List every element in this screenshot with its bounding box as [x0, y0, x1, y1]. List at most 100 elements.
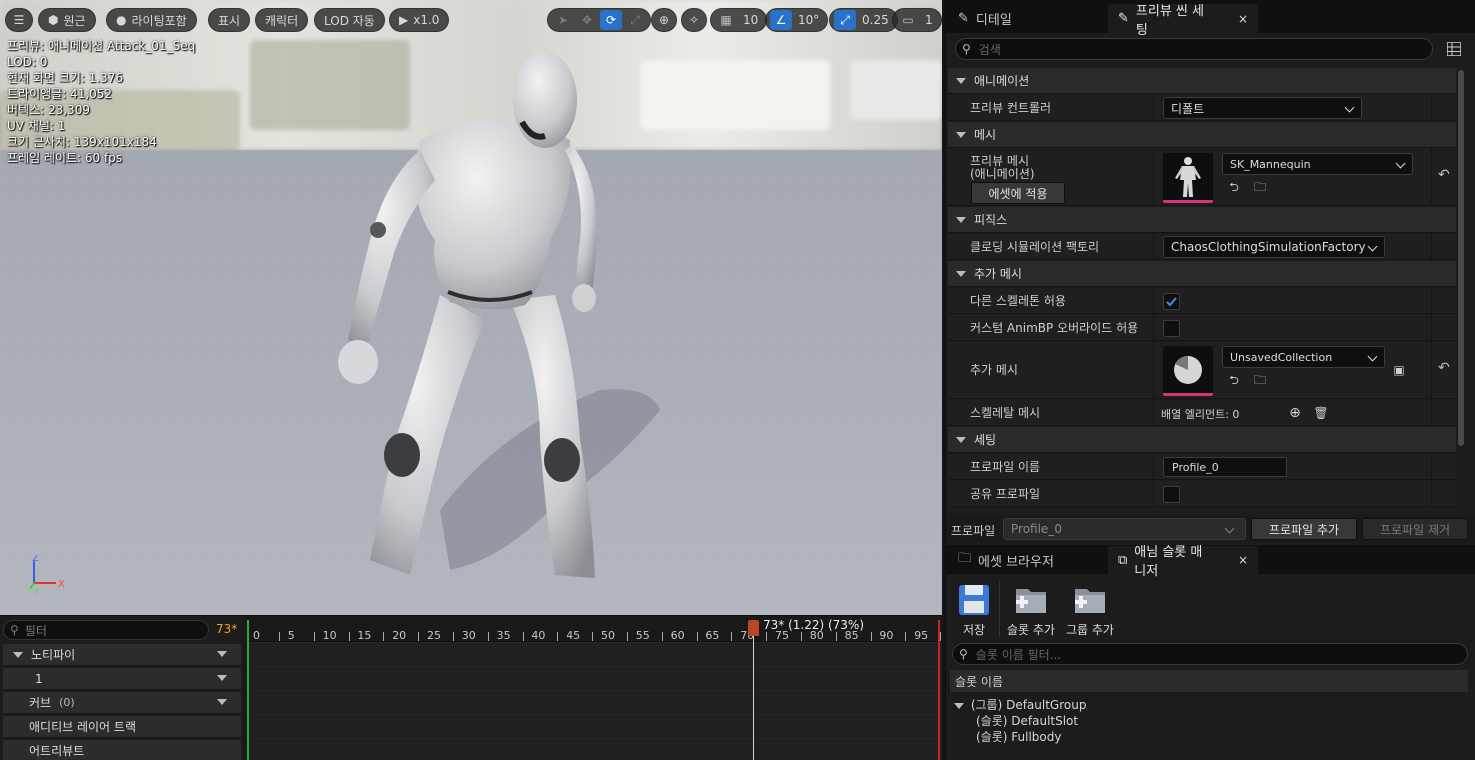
track-label: 애디티브 레이어 트랙 — [29, 720, 136, 734]
save-button[interactable]: 저장 — [948, 583, 1000, 638]
tab-details[interactable]: ✎ 디테일 — [948, 4, 1022, 33]
row-profile-name: 프로파일 이름 Profile_0 — [948, 454, 1456, 480]
expand-icon — [956, 216, 966, 223]
transform-tools: ➤ ✥ ⟳ ⤢ — [547, 8, 651, 32]
delete-icon[interactable]: 🗑 — [1313, 405, 1329, 421]
ruler-tick-label: 10 — [322, 629, 337, 642]
tab-preview-scene-settings[interactable]: ✎ 프리뷰 씬 세팅 × — [1108, 4, 1258, 38]
row-skeletal-meshes: 스켈레탈 메시 배열 엘리먼트: 0 ⊕ 🗑 — [948, 400, 1456, 426]
character-button[interactable]: 캐릭터 — [255, 8, 309, 32]
collection-thumbnail[interactable] — [1163, 346, 1213, 396]
add-group-button[interactable]: 그룹 추가 — [1064, 583, 1116, 638]
track-row[interactable]: 어트리뷰트 — [3, 740, 241, 760]
add-element-icon[interactable]: ⊕ — [1287, 405, 1303, 421]
slot-item[interactable]: (슬롯) DefaultSlot — [976, 712, 1078, 729]
lod-button[interactable]: LOD 자동 — [314, 8, 385, 32]
add-profile-button[interactable]: 프로파일 추가 — [1251, 518, 1357, 540]
slot-name-filter-input[interactable]: ⚲ 슬롯 이름 필터... — [952, 643, 1468, 665]
playhead-handle[interactable] — [748, 620, 759, 636]
reset-to-default-icon[interactable]: ↶ — [1438, 360, 1450, 376]
grid-snap-group[interactable]: ▦ 10 — [710, 8, 768, 32]
tab-asset-browser[interactable]: 🗀 에셋 브라우저 — [948, 546, 1064, 574]
chevron-down-icon[interactable] — [217, 675, 227, 681]
add-group-icon — [1075, 589, 1105, 613]
clothing-factory-dropdown[interactable]: ChaosClothingSimulationFactory — [1163, 236, 1385, 258]
details-scrollbar[interactable] — [1458, 70, 1464, 446]
use-selected-asset-icon[interactable]: ⮌ — [1226, 180, 1242, 196]
chevron-down-icon[interactable] — [217, 651, 227, 657]
allow-different-skeletons-checkbox[interactable] — [1163, 293, 1180, 310]
scale-snap-icon: ⤢ — [834, 10, 856, 30]
slots-tabbar: 🗀 에셋 브라우저 ⧉ 애님 슬롯 매니저 × — [946, 545, 1475, 579]
track-row[interactable]: 노티파이 — [3, 644, 241, 666]
preview-controller-dropdown[interactable]: 디폴트 — [1163, 97, 1362, 119]
cube-icon: ⬢ — [48, 13, 59, 27]
slot-group-item[interactable]: (그룹) DefaultGroup — [954, 696, 1086, 713]
row-preview-controller: 프리뷰 컨트롤러 디폴트 — [948, 95, 1456, 121]
sphere-icon: ● — [116, 13, 127, 27]
track-row[interactable]: 1 — [3, 668, 241, 690]
camera-speed-group[interactable]: ▭ 1 — [892, 8, 942, 32]
scale-snap-group[interactable]: ⤢ 0.25 — [829, 8, 898, 32]
viewport[interactable]: ☰ ⬢ 원근 ● 라이팅포함 표시 캐릭터 LOD 자동 ▶ x1.0 ➤ ✥ … — [0, 0, 942, 615]
category-additional-mesh[interactable]: 추가 메시 — [948, 261, 1456, 287]
track-filter-input[interactable]: ⚲ 필터 — [3, 620, 209, 640]
chevron-down-icon — [1224, 523, 1235, 534]
slot-item[interactable]: (슬롯) Fullbody — [976, 728, 1061, 745]
profile-dropdown[interactable]: Profile_0 — [1003, 518, 1246, 540]
ruler-tick — [801, 632, 802, 641]
lighting-mode-button[interactable]: ● 라이팅포함 — [106, 8, 197, 32]
details-search-input[interactable]: ⚲ 검색 — [955, 38, 1433, 60]
track-row[interactable]: 커브 (0) — [3, 692, 241, 714]
close-icon[interactable]: × — [1238, 553, 1248, 567]
browse-asset-icon[interactable]: 🗀 — [1252, 180, 1268, 196]
ruler-tick-label: 55 — [635, 629, 650, 642]
show-button[interactable]: 표시 — [208, 8, 251, 32]
rotation-snap-group[interactable]: ∠ 10° — [765, 8, 829, 32]
close-icon[interactable]: × — [1238, 12, 1248, 26]
track-list: ⚲ 필터 73* 노티파이 1 커브 (0) 애디티브 레이어 트랙 어트리뷰트 — [0, 616, 243, 760]
ruler-tick — [696, 632, 698, 641]
view-options-icon[interactable] — [1447, 42, 1461, 56]
ruler-tick — [279, 632, 280, 641]
category-mesh[interactable]: 메시 — [948, 122, 1456, 148]
surface-snap-button[interactable]: ✧ — [681, 8, 707, 32]
rotate-icon[interactable]: ⟳ — [600, 10, 622, 30]
track-label: 1 — [35, 671, 43, 686]
play-speed-button[interactable]: ▶ x1.0 — [389, 8, 450, 32]
svg-text:Z: Z — [32, 555, 39, 564]
play-icon: ▶ — [399, 13, 409, 27]
angle-icon: ∠ — [770, 10, 792, 30]
add-slot-button[interactable]: 슬롯 추가 — [1005, 583, 1057, 638]
apply-to-asset-button[interactable]: 에셋에 적용 — [971, 182, 1065, 204]
category-settings[interactable]: 세팅 — [948, 427, 1456, 453]
shared-profile-checkbox[interactable] — [1163, 486, 1180, 503]
select-icon[interactable]: ➤ — [552, 10, 574, 30]
perspective-button[interactable]: ⬢ 원근 — [38, 8, 96, 32]
track-row[interactable]: 애디티브 레이어 트랙 — [3, 716, 241, 738]
timeline-area[interactable]: 05101520253035404550556065707580859095 7… — [247, 616, 942, 760]
remove-profile-button[interactable]: 프로파일 제거 — [1362, 518, 1468, 540]
tab-anim-slot-manager[interactable]: ⧉ 애님 슬롯 매니저 × — [1108, 545, 1258, 579]
save-icon[interactable]: ▣ — [1391, 362, 1407, 378]
expand-icon — [13, 651, 23, 658]
playhead-line — [753, 634, 754, 760]
profile-name-input[interactable]: Profile_0 — [1163, 457, 1287, 477]
chevron-down-icon[interactable] — [217, 699, 227, 705]
scale-icon[interactable]: ⤢ — [624, 10, 646, 30]
category-animation[interactable]: 애니메이션 — [948, 68, 1456, 94]
reset-to-default-icon[interactable]: ↶ — [1438, 167, 1450, 183]
additional-mesh-dropdown[interactable]: UnsavedCollection — [1222, 346, 1385, 368]
preview-mesh-dropdown[interactable]: SK_Mannequin — [1222, 153, 1413, 175]
viewport-menu-button[interactable]: ☰ — [5, 8, 33, 32]
search-icon: ⚲ — [10, 623, 19, 637]
browse-asset-icon[interactable]: 🗀 — [1252, 373, 1268, 389]
category-physics[interactable]: 피직스 — [948, 207, 1456, 233]
custom-animbp-override-checkbox[interactable] — [1163, 320, 1180, 337]
coordinate-system-button[interactable]: ⊕ — [651, 8, 677, 32]
use-selected-asset-icon[interactable]: ⮌ — [1226, 373, 1242, 389]
expand-icon — [956, 77, 966, 84]
row-shared-profile: 공유 프로파일 — [948, 481, 1456, 507]
mesh-thumbnail[interactable] — [1163, 153, 1213, 203]
translate-icon[interactable]: ✥ — [576, 10, 598, 30]
